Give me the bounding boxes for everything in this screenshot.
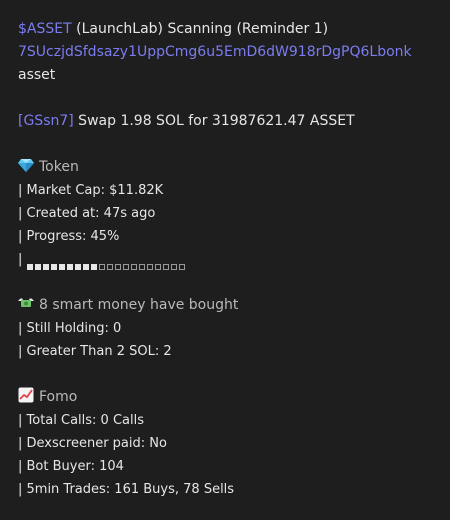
swap-line: [GSsn7] Swap 1.98 SOL for 31987621.47 AS… bbox=[18, 110, 432, 133]
smart-money-heading: 8 smart money have bought bbox=[18, 294, 432, 317]
chart-increasing-icon bbox=[18, 387, 34, 403]
progress-bar-line: | bbox=[18, 248, 432, 271]
progress-segment-empty bbox=[130, 263, 137, 270]
progress-segment-filled bbox=[82, 263, 89, 270]
title-text: (LaunchLab) Scanning (Reminder 1) bbox=[71, 21, 329, 37]
progress-segment-filled bbox=[74, 263, 81, 270]
progress-segment-filled bbox=[66, 263, 73, 270]
progress-segment-empty bbox=[138, 263, 145, 270]
progress-segment-empty bbox=[154, 263, 161, 270]
market-cap: | Market Cap: $11.82K bbox=[18, 183, 164, 198]
token-section-heading: Token bbox=[18, 156, 432, 179]
progress-bar bbox=[26, 255, 187, 270]
greater-than-2-sol: | Greater Than 2 SOL: 2 bbox=[18, 344, 172, 359]
bot-buyer: | Bot Buyer: 104 bbox=[18, 459, 124, 474]
progress-segment-filled bbox=[26, 263, 33, 270]
fomo-heading: Fomo bbox=[18, 386, 432, 409]
ticker-link[interactable]: $ASSET bbox=[18, 21, 72, 37]
progress-segment-empty bbox=[146, 263, 153, 270]
title-line: $ASSET (LaunchLab) Scanning (Reminder 1) bbox=[18, 18, 432, 41]
progress-segment-empty bbox=[98, 263, 105, 270]
progress-text: | Progress: 45% bbox=[18, 229, 120, 244]
total-calls: | Total Calls: 0 Calls bbox=[18, 413, 145, 428]
money-wings-icon bbox=[18, 298, 34, 307]
progress-bar-prefix: | bbox=[18, 252, 27, 267]
progress-segment-empty bbox=[114, 263, 121, 270]
gem-icon bbox=[18, 159, 34, 172]
progress-segment-empty bbox=[122, 263, 129, 270]
fomo-heading-text: Fomo bbox=[39, 389, 78, 405]
progress-segment-empty bbox=[170, 263, 177, 270]
five-min-trades: | 5min Trades: 161 Buys, 78 Sells bbox=[18, 482, 235, 497]
progress-segment-empty bbox=[178, 263, 185, 270]
progress-segment-filled bbox=[58, 263, 65, 270]
swap-text: Swap 1.98 SOL for 31987621.47 ASSET bbox=[73, 113, 355, 129]
progress-segment-empty bbox=[106, 263, 113, 270]
smart-money-heading-text: 8 smart money have bought bbox=[39, 297, 239, 313]
contract-address-link[interactable]: 7SUczjdSfdsazy1UppCmg6u5EmD6dW918rDgPQ6L… bbox=[18, 41, 432, 64]
progress-segment-filled bbox=[50, 263, 57, 270]
token-name: asset bbox=[18, 67, 56, 83]
progress-segment-filled bbox=[90, 263, 97, 270]
dexscreener-paid: | Dexscreener paid: No bbox=[18, 436, 167, 451]
token-heading-text: Token bbox=[39, 159, 79, 175]
progress-segment-filled bbox=[34, 263, 41, 270]
still-holding: | Still Holding: 0 bbox=[18, 321, 122, 336]
progress-segment-empty bbox=[162, 263, 169, 270]
progress-segment-filled bbox=[42, 263, 49, 270]
message-bubble: $ASSET (LaunchLab) Scanning (Reminder 1)… bbox=[0, 0, 450, 520]
wallet-link[interactable]: [GSsn7] bbox=[18, 113, 74, 129]
created-at: | Created at: 47s ago bbox=[18, 206, 156, 221]
